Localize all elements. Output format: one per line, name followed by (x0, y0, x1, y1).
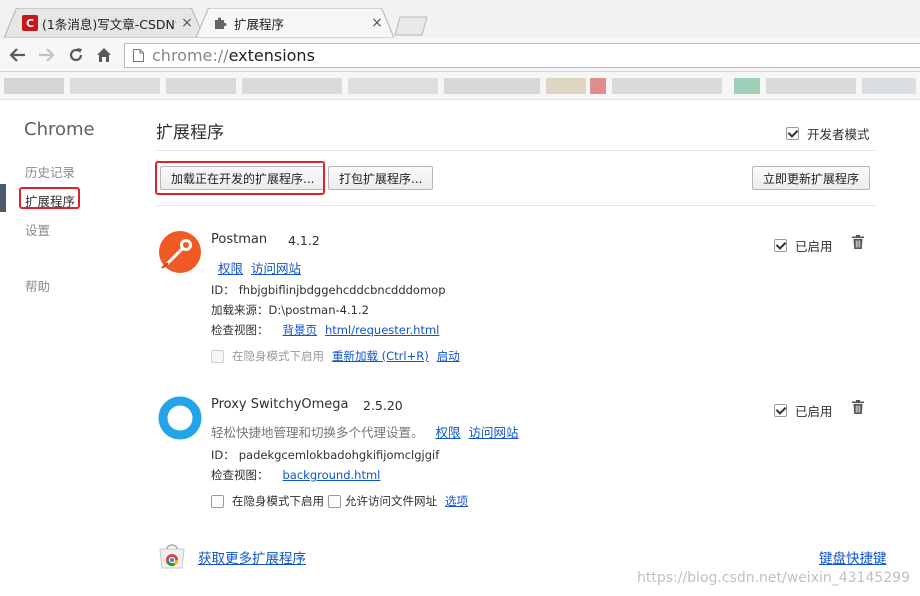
id-label: ID： (211, 448, 235, 462)
reload-link[interactable]: 重新加载 (Ctrl+R) (332, 348, 429, 364)
back-button[interactable] (8, 45, 28, 65)
new-tab-button[interactable] (394, 16, 428, 36)
file-access-label: 允许访问文件网址 (345, 494, 437, 508)
nav-item-history[interactable]: 历史记录 (25, 162, 75, 181)
id-label: ID： (211, 283, 235, 297)
bookmark-item[interactable] (4, 78, 64, 94)
bookmark-item[interactable] (444, 78, 540, 94)
switchyomega-icon (158, 396, 202, 440)
bookmark-item[interactable] (590, 78, 606, 94)
tab-strip: C (1条消息)写文章-CSDN博 × 扩展程序 × (0, 0, 920, 38)
bookmark-item[interactable] (862, 78, 916, 94)
update-extensions-button[interactable]: 立即更新扩展程序 (752, 166, 871, 190)
highlight-box (155, 161, 325, 195)
bookmark-item[interactable] (242, 78, 342, 94)
puzzle-icon (215, 17, 227, 29)
developer-mode-label: 开发者模式 (807, 127, 870, 142)
extension-version: 2.5.20 (363, 398, 403, 413)
extension-id: padekgcemlokbadohgkifijomclgjgif (238, 448, 440, 462)
reload-icon (69, 48, 83, 62)
background-page-link[interactable]: 背景页 (283, 322, 318, 338)
incognito-checkbox[interactable] (211, 494, 224, 508)
bookmark-item[interactable] (348, 78, 438, 94)
trash-icon[interactable] (852, 235, 864, 249)
csdn-logo-icon: C (22, 15, 38, 31)
enabled-checkbox[interactable] (774, 239, 787, 252)
incognito-label: 在隐身模式下启用 (232, 349, 324, 363)
enabled-checkbox[interactable] (774, 404, 787, 417)
forward-button[interactable] (36, 45, 56, 65)
tab-title: (1条消息)写文章-CSDN博 (42, 16, 176, 32)
enabled-toggle[interactable]: 已启用 (774, 236, 833, 255)
divider (156, 150, 876, 151)
extension-description: 轻松快捷地管理和切换多个代理设置。 (211, 425, 424, 440)
nav-item-help[interactable]: 帮助 (25, 276, 50, 295)
visit-website-link[interactable]: 访问网站 (251, 258, 301, 277)
arrow-left-icon (9, 48, 25, 62)
pack-extension-button[interactable]: 打包扩展程序... (328, 166, 434, 190)
incognito-label: 在隐身模式下启用 (232, 494, 324, 508)
extension-name: Proxy SwitchyOmega (211, 397, 349, 412)
tab-extensions[interactable]: 扩展程序 × (196, 8, 394, 38)
divider (156, 205, 876, 206)
enabled-label: 已启用 (795, 239, 833, 254)
tab-csdn[interactable]: C (1条消息)写文章-CSDN博 × (4, 8, 204, 38)
close-icon[interactable]: × (180, 15, 194, 31)
extension-name: Postman (211, 232, 268, 247)
page-title: 扩展程序 (156, 123, 224, 143)
inspect-label: 检查视图： (211, 468, 269, 482)
incognito-checkbox[interactable] (211, 349, 224, 363)
address-bar[interactable]: chrome://extensions (124, 43, 920, 68)
extension-id: fhbjgbiflinjbdggehcddcbncdddomop (238, 283, 446, 297)
background-html-link[interactable]: background.html (283, 468, 381, 482)
tab-title: 扩展程序 (234, 16, 285, 32)
requester-html-link[interactable]: html/requester.html (325, 323, 439, 337)
bookmark-item[interactable] (546, 78, 586, 94)
chrome-brand: Chrome (24, 119, 95, 140)
visit-website-link[interactable]: 访问网站 (469, 422, 519, 441)
bookmark-item[interactable] (612, 78, 722, 94)
source-path: D:\postman-4.1.2 (268, 303, 369, 317)
reload-button[interactable] (66, 45, 86, 65)
arrow-right-icon (39, 48, 55, 62)
permissions-link[interactable]: 权限 (436, 422, 461, 441)
url-scheme: chrome:// (152, 46, 229, 65)
home-button[interactable] (94, 45, 114, 65)
trash-icon[interactable] (852, 400, 864, 414)
bookmark-item[interactable] (70, 78, 160, 94)
get-more-extensions-link[interactable]: 获取更多扩展程序 (198, 547, 306, 567)
close-icon[interactable]: × (370, 15, 384, 31)
developer-mode-toggle[interactable]: 开发者模式 (786, 124, 870, 143)
browser-toolbar: chrome://extensions (0, 38, 920, 72)
file-access-checkbox[interactable] (328, 494, 341, 508)
bookmark-item[interactable] (734, 78, 760, 94)
highlight-box (19, 187, 80, 209)
source-label: 加载来源： (211, 303, 269, 317)
url-host: extensions (228, 46, 315, 65)
postman-icon (159, 231, 201, 273)
enabled-label: 已启用 (795, 404, 833, 419)
bookmark-item[interactable] (766, 78, 856, 94)
bookmark-item[interactable] (166, 78, 236, 94)
bookmarks-bar (0, 72, 920, 100)
keyboard-shortcuts-link[interactable]: 键盘快捷键 (819, 547, 887, 567)
enabled-toggle[interactable]: 已启用 (774, 401, 833, 420)
web-store-icon (159, 544, 185, 569)
options-link[interactable]: 选项 (445, 493, 468, 509)
home-icon (97, 48, 111, 62)
permissions-link[interactable]: 权限 (218, 258, 243, 277)
developer-mode-checkbox[interactable] (786, 127, 799, 140)
page-icon (133, 49, 144, 62)
nav-active-indicator (0, 184, 6, 212)
watermark: https://blog.csdn.net/weixin_43145299 (636, 570, 910, 586)
launch-link[interactable]: 启动 (437, 348, 460, 364)
inspect-label: 检查视图： (211, 323, 269, 337)
extension-version: 4.1.2 (288, 233, 320, 248)
nav-item-settings[interactable]: 设置 (25, 220, 50, 239)
